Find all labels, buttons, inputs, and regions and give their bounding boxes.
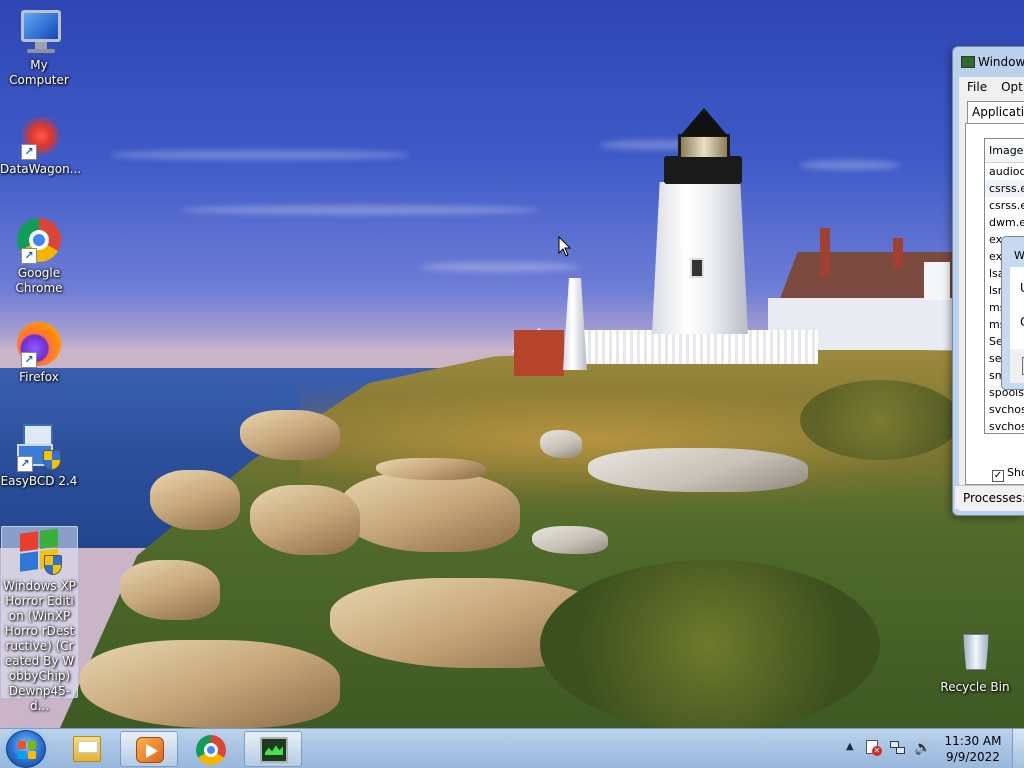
window-title: Window: [961, 55, 1024, 69]
process-row[interactable]: audiod: [985, 163, 1024, 180]
rock: [540, 430, 582, 458]
lighthouse-window: [690, 258, 704, 278]
recycle-bin-icon: [951, 630, 999, 678]
show-desktop-button[interactable]: [1012, 729, 1024, 768]
desktop-icon-recycle-bin[interactable]: Recycle Bin: [936, 630, 1014, 695]
dialog-body: U C: [1010, 267, 1024, 383]
taskbar-button-media-player[interactable]: [120, 731, 178, 767]
shortcut-arrow-icon: ↗: [21, 352, 37, 368]
rock: [120, 560, 220, 620]
menu-bar: FileOptio: [959, 77, 1024, 97]
chimney: [893, 238, 903, 268]
shed: [514, 330, 564, 376]
status-bar-processes: Processes: 3: [955, 485, 1024, 509]
show-all-users-checkbox[interactable]: ✓Show: [992, 466, 1024, 482]
action-center-flag-icon[interactable]: ✕: [866, 740, 882, 756]
cloud: [800, 160, 900, 170]
fence: [584, 330, 818, 364]
clock-time: 11:30 AM: [944, 734, 1002, 748]
rock: [532, 526, 608, 554]
shortcut-arrow-icon: ↗: [17, 456, 33, 472]
taskbar-button-task-manager[interactable]: [244, 731, 302, 767]
bush: [800, 380, 960, 460]
desktop-icon-label: My Computer: [9, 58, 69, 87]
dialog-text: U: [1020, 281, 1024, 295]
checkbox-label: Show: [1007, 466, 1024, 479]
uac-shield-icon: [43, 555, 62, 575]
process-row[interactable]: csrss.e: [985, 180, 1024, 197]
easybcd-icon: ↗: [15, 424, 63, 472]
desktop-icon-label: Google Chrome: [15, 266, 63, 295]
desktop-icon-datawagon[interactable]: ↗ DataWagon...: [0, 112, 82, 177]
clock[interactable]: 11:30 AM 9/9/2022: [938, 733, 1008, 765]
lighthouse-gallery: [664, 156, 742, 184]
mouse-cursor-icon: [558, 236, 572, 257]
desktop-icon-label: EasyBCD 2.4: [0, 474, 78, 488]
network-icon[interactable]: [890, 741, 906, 755]
taskbar: ▲ ✕ 🔊 11:30 AM 9/9/2022: [0, 728, 1024, 768]
dialog-title: W: [1014, 249, 1024, 262]
taskbar-button-explorer[interactable]: [58, 731, 116, 767]
menu-file[interactable]: File: [959, 77, 993, 94]
cloud: [110, 150, 410, 160]
checkbox-box[interactable]: ✓: [992, 470, 1004, 482]
column-header-image-name[interactable]: Image: [985, 139, 1024, 163]
desktop-icon-label: Recycle Bin: [940, 680, 1010, 694]
small-tower: [563, 278, 587, 370]
windows-flag-icon: [16, 528, 64, 577]
rock: [150, 470, 240, 530]
firefox-icon: ↗: [15, 320, 63, 368]
datawagon-icon: ↗: [15, 112, 63, 160]
dialog-footer: [1010, 349, 1024, 383]
process-row[interactable]: svchos: [985, 401, 1024, 418]
desktop-icon-label: Windows XP Horror Edition (WinXP Horro r…: [3, 579, 76, 713]
shortcut-arrow-icon: ↗: [21, 144, 37, 160]
rock: [250, 485, 360, 555]
chrome-icon: [196, 735, 226, 765]
taskbar-button-chrome[interactable]: [182, 731, 240, 767]
chrome-icon: ↗: [15, 216, 63, 264]
process-row[interactable]: csrss.e: [985, 197, 1024, 214]
lighthouse-roof: [680, 108, 728, 136]
rock: [376, 458, 486, 480]
rock: [240, 410, 340, 460]
desktop-icon-my-computer[interactable]: My Computer: [0, 8, 78, 88]
cloud: [420, 262, 580, 272]
computer-icon: [15, 8, 63, 56]
windows-logo-icon: [18, 741, 36, 759]
process-row[interactable]: svchos: [985, 418, 1024, 433]
show-hidden-icons-arrow[interactable]: ▲: [846, 741, 854, 752]
rock: [80, 640, 340, 728]
rock: [588, 448, 808, 492]
message-dialog[interactable]: W U C: [1001, 236, 1024, 390]
flower-bush: [540, 560, 880, 728]
start-button[interactable]: [6, 730, 46, 768]
task-manager-icon: [961, 56, 975, 68]
desktop-icon-label: Firefox: [19, 370, 59, 384]
shortcut-arrow-icon: ↗: [21, 248, 37, 264]
menu-options[interactable]: Optio: [993, 77, 1024, 94]
lighthouse-lantern: [678, 134, 730, 160]
uac-shield-icon: [43, 450, 61, 470]
desktop-icon-label: DataWagon...: [0, 162, 82, 176]
tab-applications[interactable]: Application: [967, 101, 1024, 123]
desktop-wallpaper: [0, 0, 1024, 728]
folder-icon: [73, 736, 101, 762]
cloud: [180, 205, 540, 215]
dialog-text: C: [1020, 315, 1024, 329]
media-player-icon: [136, 737, 164, 763]
rock: [340, 472, 520, 552]
desktop-icon-firefox[interactable]: ↗ Firefox: [0, 320, 78, 385]
desktop-icon-google-chrome[interactable]: ↗ Google Chrome: [0, 216, 78, 296]
desktop-icon-winxp-horror-edition[interactable]: Windows XP Horror Edition (WinXP Horro r…: [1, 526, 78, 713]
desktop-icon-easybcd[interactable]: ↗ EasyBCD 2.4: [0, 424, 78, 489]
process-row[interactable]: dwm.ex: [985, 214, 1024, 231]
dormer: [924, 262, 950, 300]
volume-icon[interactable]: 🔊: [914, 740, 931, 756]
clock-date: 9/9/2022: [946, 750, 1000, 764]
task-manager-icon: [260, 737, 288, 763]
chimney: [820, 228, 830, 276]
system-tray: ▲ ✕ 🔊 11:30 AM 9/9/2022: [838, 729, 1024, 768]
